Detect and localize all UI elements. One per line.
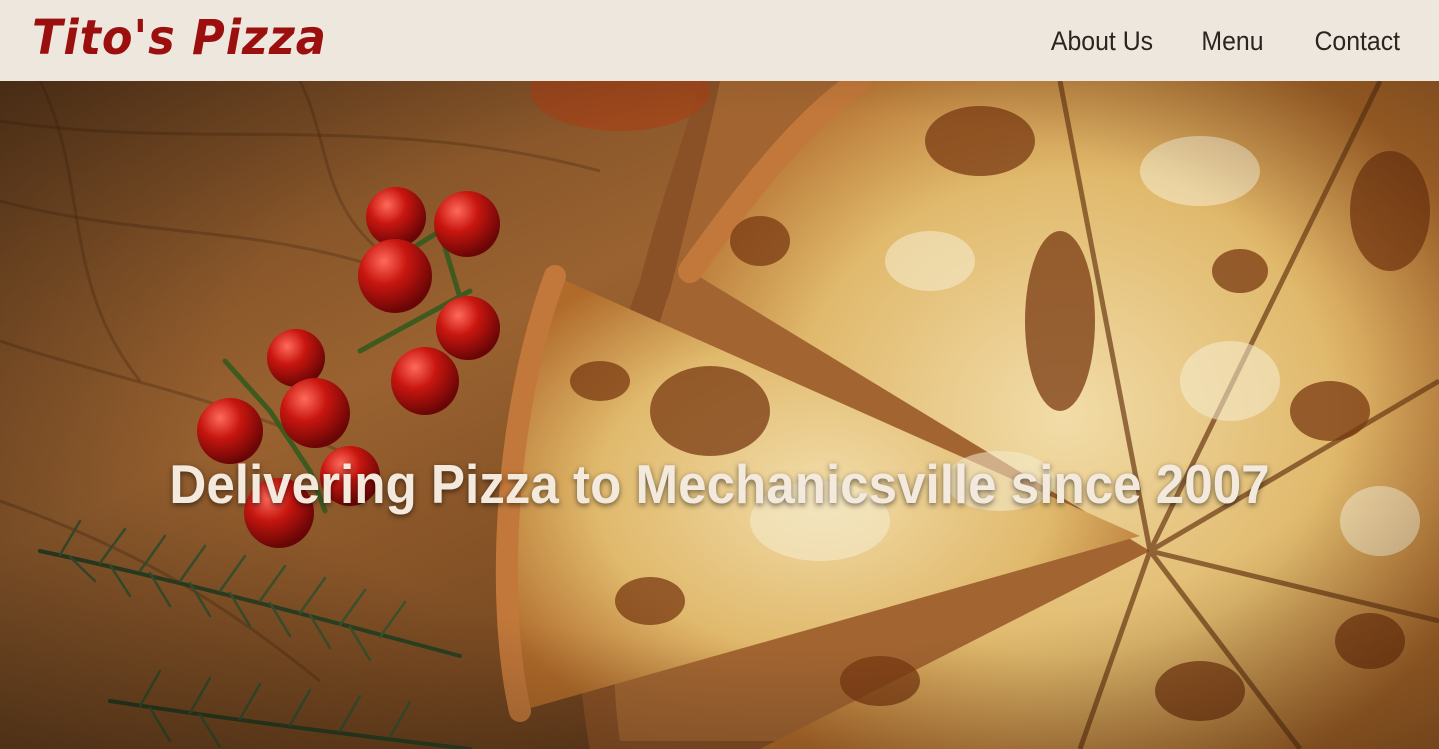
main-nav: About Us Menu Contact <box>999 22 1400 60</box>
nav-link-contact[interactable]: Contact <box>1314 22 1400 60</box>
nav-link-menu[interactable]: Menu <box>1202 22 1264 60</box>
hero-image <box>0 81 1439 749</box>
hero-section: Delivering Pizza to Mechanicsville since… <box>0 81 1439 749</box>
hero-tagline: Delivering Pizza to Mechanicsville since… <box>169 452 1270 515</box>
site-header: Tito's Pizza About Us Menu Contact <box>0 0 1439 81</box>
site-logo[interactable]: Tito's Pizza <box>32 8 327 68</box>
nav-link-about-us[interactable]: About Us <box>1051 22 1153 60</box>
